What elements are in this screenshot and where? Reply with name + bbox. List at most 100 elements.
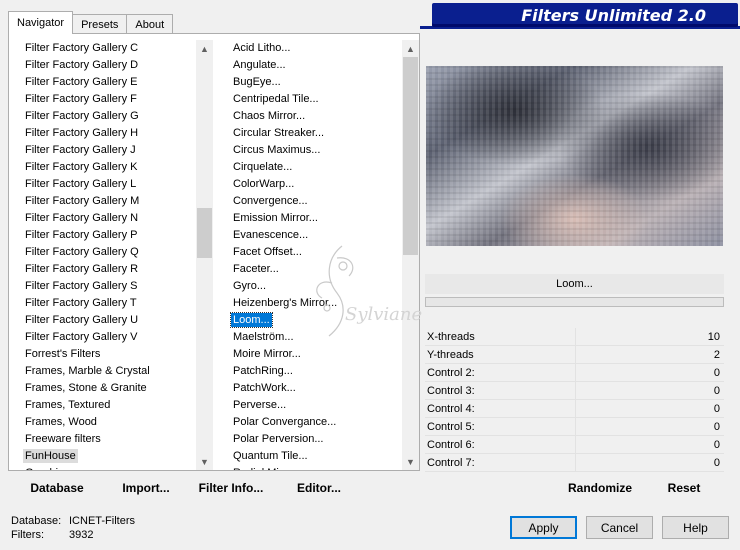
- control-row[interactable]: Control 6: 0: [425, 436, 724, 454]
- category-list-item[interactable]: Graphics...: [15, 465, 196, 470]
- category-list-item[interactable]: Filter Factory Gallery E: [15, 74, 196, 91]
- control-row[interactable]: Control 7: 0: [425, 454, 724, 472]
- filter-list-item[interactable]: Radial Mirror...: [223, 465, 404, 470]
- category-list-item-label: Filter Factory Gallery K: [25, 161, 138, 173]
- slider-track[interactable]: [575, 436, 576, 454]
- category-list-item-label: Filter Factory Gallery P: [25, 229, 138, 241]
- slider-track[interactable]: [575, 400, 576, 418]
- category-list-item[interactable]: Filter Factory Gallery U: [15, 312, 196, 329]
- category-list-item[interactable]: Filter Factory Gallery K: [15, 159, 196, 176]
- category-list[interactable]: Filter Factory Gallery C Filter Factory G…: [15, 40, 196, 470]
- category-list-item[interactable]: Filter Factory Gallery J: [15, 142, 196, 159]
- tab-presets[interactable]: Presets: [72, 14, 128, 34]
- cancel-button[interactable]: Cancel: [586, 516, 653, 539]
- filter-list-item[interactable]: Circus Maximus...: [223, 142, 404, 159]
- filter-list-item[interactable]: Gyro...: [223, 278, 404, 295]
- filter-info-button[interactable]: Filter Info...: [195, 478, 267, 498]
- filter-list-item[interactable]: Polar Perversion...: [223, 431, 404, 448]
- filter-list-item[interactable]: Angulate...: [223, 57, 404, 74]
- filters-label: Filters:: [11, 529, 44, 541]
- scroll-down-icon[interactable]: ▼: [402, 453, 419, 470]
- control-row[interactable]: Control 5: 0: [425, 418, 724, 436]
- filter-list-item-label: Faceter...: [233, 263, 279, 275]
- filter-list-item[interactable]: Emission Mirror...: [223, 210, 404, 227]
- scroll-up-icon[interactable]: ▲: [402, 40, 419, 57]
- filter-list-item[interactable]: PatchWork...: [223, 380, 404, 397]
- category-list-item[interactable]: Filter Factory Gallery D: [15, 57, 196, 74]
- slider-track[interactable]: [575, 418, 576, 436]
- filter-list[interactable]: Acid Litho... Angulate... BugEye... Centrip…: [223, 40, 404, 470]
- control-row[interactable]: Control 3: 0: [425, 382, 724, 400]
- category-list-item[interactable]: Filter Factory Gallery L: [15, 176, 196, 193]
- scrollbar-thumb[interactable]: [403, 57, 418, 255]
- tab-navigator[interactable]: Navigator: [8, 11, 74, 34]
- category-list-item-label: Frames, Wood: [25, 416, 97, 428]
- filter-list-item[interactable]: Heizenberg's Mirror...: [223, 295, 404, 312]
- category-list-item-label: Filter Factory Gallery R: [25, 263, 139, 275]
- filter-list-item-label: Emission Mirror...: [233, 212, 318, 224]
- control-row[interactable]: Control 4: 0: [425, 400, 724, 418]
- tab-about[interactable]: About: [126, 14, 174, 34]
- category-list-item[interactable]: Frames, Wood: [15, 414, 196, 431]
- help-button[interactable]: Help: [662, 516, 729, 539]
- category-list-item[interactable]: Filter Factory Gallery P: [15, 227, 196, 244]
- filter-list-item[interactable]: Convergence...: [223, 193, 404, 210]
- category-list-item[interactable]: Filter Factory Gallery C: [15, 40, 196, 57]
- randomize-button[interactable]: Randomize: [565, 478, 635, 498]
- filter-list-item[interactable]: Polar Convergance...: [223, 414, 404, 431]
- import-button[interactable]: Import...: [115, 478, 177, 498]
- database-button[interactable]: Database: [21, 478, 93, 498]
- category-list-item[interactable]: Filter Factory Gallery Q: [15, 244, 196, 261]
- editor-button[interactable]: Editor...: [293, 478, 345, 498]
- filter-list-item[interactable]: Facet Offset...: [223, 244, 404, 261]
- category-list-item[interactable]: Filter Factory Gallery V: [15, 329, 196, 346]
- category-list-item[interactable]: Frames, Marble & Crystal: [15, 363, 196, 380]
- filter-list-item[interactable]: Loom...: [223, 312, 404, 329]
- category-list-item[interactable]: Forrest's Filters: [15, 346, 196, 363]
- category-list-item[interactable]: Freeware filters: [15, 431, 196, 448]
- category-list-item[interactable]: Filter Factory Gallery H: [15, 125, 196, 142]
- filter-list-item[interactable]: Perverse...: [223, 397, 404, 414]
- filter-list-item[interactable]: Acid Litho...: [223, 40, 404, 57]
- category-list-item[interactable]: Filter Factory Gallery G: [15, 108, 196, 125]
- filter-list-scrollbar[interactable]: ▲ ▼: [402, 40, 419, 470]
- category-list-item[interactable]: Filter Factory Gallery M: [15, 193, 196, 210]
- control-row[interactable]: Y-threads 2: [425, 346, 724, 364]
- category-list-item[interactable]: FunHouse: [15, 448, 196, 465]
- category-list-item[interactable]: Frames, Stone & Granite: [15, 380, 196, 397]
- control-name: Control 6:: [427, 439, 475, 451]
- filter-list-item[interactable]: PatchRing...: [223, 363, 404, 380]
- filter-list-item[interactable]: ColorWarp...: [223, 176, 404, 193]
- control-row[interactable]: Control 2: 0: [425, 364, 724, 382]
- filter-list-item[interactable]: Circular Streaker...: [223, 125, 404, 142]
- reset-button[interactable]: Reset: [661, 478, 707, 498]
- category-list-item-label: Filter Factory Gallery N: [25, 212, 139, 224]
- category-list-item[interactable]: Filter Factory Gallery T: [15, 295, 196, 312]
- scroll-up-icon[interactable]: ▲: [196, 40, 213, 57]
- filter-list-item[interactable]: Evanescence...: [223, 227, 404, 244]
- control-row[interactable]: X-threads 10: [425, 328, 724, 346]
- apply-button[interactable]: Apply: [510, 516, 577, 539]
- filter-list-item[interactable]: BugEye...: [223, 74, 404, 91]
- filter-list-item[interactable]: Cirquelate...: [223, 159, 404, 176]
- category-list-scrollbar[interactable]: ▲ ▼: [196, 40, 213, 470]
- category-list-item[interactable]: Filter Factory Gallery F: [15, 91, 196, 108]
- category-list-item[interactable]: Filter Factory Gallery R: [15, 261, 196, 278]
- slider-track[interactable]: [575, 328, 576, 346]
- category-list-item[interactable]: Frames, Textured: [15, 397, 196, 414]
- filter-list-item[interactable]: Moire Mirror...: [223, 346, 404, 363]
- slider-track[interactable]: [575, 454, 576, 472]
- scrollbar-thumb[interactable]: [197, 208, 212, 258]
- category-list-item-label: Filter Factory Gallery H: [25, 127, 139, 139]
- filter-list-item[interactable]: Faceter...: [223, 261, 404, 278]
- slider-track[interactable]: [575, 364, 576, 382]
- filter-list-item[interactable]: Chaos Mirror...: [223, 108, 404, 125]
- slider-track[interactable]: [575, 382, 576, 400]
- category-list-item[interactable]: Filter Factory Gallery S: [15, 278, 196, 295]
- scroll-down-icon[interactable]: ▼: [196, 453, 213, 470]
- filter-list-item[interactable]: Maelström...: [223, 329, 404, 346]
- filter-list-item[interactable]: Quantum Tile...: [223, 448, 404, 465]
- filter-list-item[interactable]: Centripedal Tile...: [223, 91, 404, 108]
- slider-track[interactable]: [575, 346, 576, 364]
- category-list-item[interactable]: Filter Factory Gallery N: [15, 210, 196, 227]
